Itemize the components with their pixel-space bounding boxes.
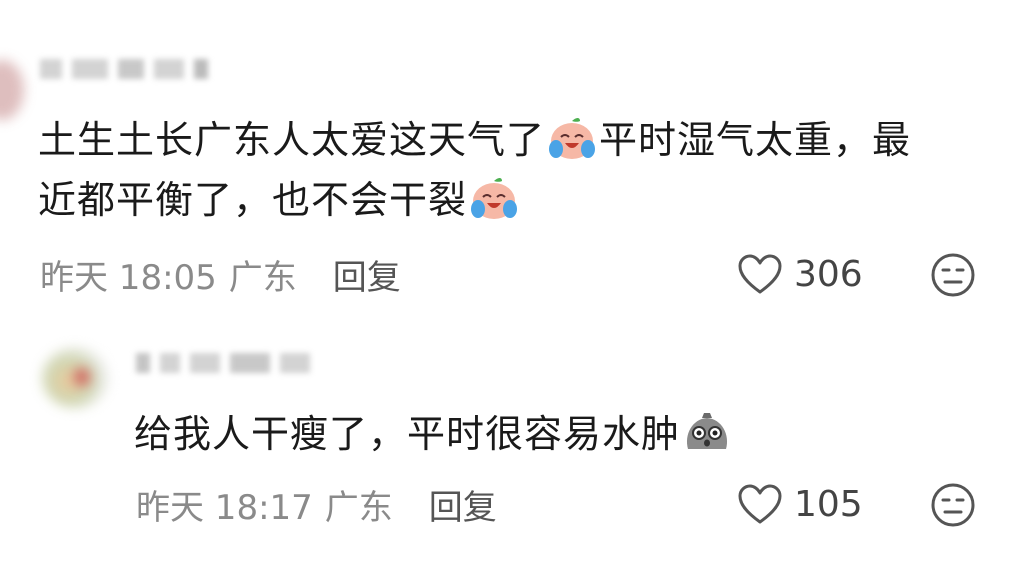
- comment-time: 昨天 18:05: [40, 258, 217, 298]
- comment-meta: 昨天 18:05 广东 回复: [40, 250, 401, 299]
- reply-button[interactable]: 回复: [429, 480, 497, 529]
- comment-meta: 昨天 18:17 广东 回复: [136, 480, 497, 529]
- like-count: 306: [794, 253, 863, 295]
- username[interactable]: [136, 350, 310, 376]
- heart-icon: [738, 484, 782, 524]
- comment-text-line2: 近都平衡了，也不会干裂: [38, 178, 468, 222]
- like-button[interactable]: 306: [736, 252, 863, 296]
- like-button[interactable]: 105: [736, 482, 863, 526]
- heart-icon: [738, 254, 782, 294]
- shocked-gray-blob-emoji-icon: [682, 409, 732, 455]
- comment-text: 给我人干瘦了，平时很容易水肿: [134, 404, 734, 464]
- like-count: 105: [794, 483, 863, 525]
- comment-line-1: 土生土长广东人太爱这天气了 平时湿气太重，最: [38, 110, 911, 170]
- comment-location: 广东: [228, 258, 297, 298]
- crying-laughing-peach-emoji-icon: [547, 115, 597, 161]
- avatar-accent: [74, 368, 90, 386]
- crying-laughing-peach-emoji-icon: [469, 175, 519, 221]
- comment-text-part2: 平时湿气太重，最: [599, 118, 912, 162]
- comment-text-body: 给我人干瘦了，平时很容易水肿: [134, 412, 681, 456]
- dislike-face-icon[interactable]: [930, 252, 976, 298]
- comment-time: 昨天 18:17: [136, 488, 313, 528]
- username[interactable]: [40, 56, 208, 82]
- comment-text: 土生土长广东人太爱这天气了 平时湿气太重，最 近都平衡了，也不会干裂: [38, 110, 911, 230]
- comment-text-part1: 土生土长广东人太爱这天气了: [38, 118, 546, 162]
- avatar[interactable]: [0, 60, 24, 120]
- dislike-face-icon[interactable]: [930, 482, 976, 528]
- comment-line-2: 近都平衡了，也不会干裂: [38, 170, 911, 230]
- reply-button[interactable]: 回复: [333, 250, 401, 299]
- comment-location: 广东: [324, 488, 393, 528]
